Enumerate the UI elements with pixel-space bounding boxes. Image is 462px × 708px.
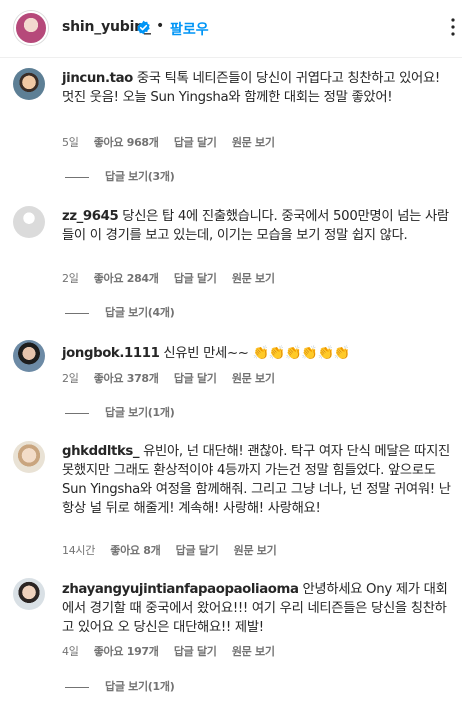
- comment-time[interactable]: 2일: [62, 272, 79, 285]
- commenter-avatar[interactable]: [13, 206, 45, 238]
- translate-button[interactable]: 원문 보기: [232, 136, 275, 149]
- commenter-avatar[interactable]: [13, 578, 45, 610]
- reply-button[interactable]: 답글 달기: [174, 272, 217, 285]
- comment-likes[interactable]: 좋아요 8개: [110, 544, 160, 557]
- translate-button[interactable]: 원문 보기: [232, 372, 275, 385]
- comment-likes[interactable]: 좋아요 284개: [94, 272, 159, 285]
- comment-text-block: zz_9645 당신은 탑 4에 진출했습니다. 중국에서 500만명이 넘는 …: [62, 207, 454, 245]
- translate-button[interactable]: 원문 보기: [232, 645, 275, 658]
- comment-username[interactable]: jincun.tao: [62, 71, 133, 86]
- follow-button[interactable]: 팔로우: [170, 19, 209, 39]
- comment-text-block: ghkddltks_ 유빈아, 넌 대단해! 괜찮아. 탁구 여자 단식 메달은…: [62, 442, 454, 518]
- comment-text-block: jongbok.1111 신유빈 만세~~ 👏👏👏👏👏👏: [62, 344, 454, 363]
- reply-button[interactable]: 답글 달기: [174, 645, 217, 658]
- replies-divider: [65, 686, 89, 688]
- view-replies-button[interactable]: 답글 보기(4개): [65, 304, 175, 320]
- view-replies-label: 답글 보기(1개): [105, 680, 175, 693]
- comment-username[interactable]: ghkddltks_: [62, 444, 140, 459]
- comment-likes[interactable]: 좋아요 197개: [94, 645, 159, 658]
- commenter-avatar[interactable]: [13, 340, 45, 372]
- comment-username[interactable]: zz_9645: [62, 209, 119, 224]
- commenter-avatar[interactable]: [13, 441, 45, 473]
- comment-meta: 5일 좋아요 968개 답글 달기 원문 보기: [62, 134, 287, 150]
- post-header: shin_yubin_ • 팔로우: [0, 0, 462, 58]
- reply-button[interactable]: 답글 달기: [174, 372, 217, 385]
- comment-meta: 2일 좋아요 378개 답글 달기 원문 보기: [62, 370, 287, 386]
- comment-meta: 14시간 좋아요 8개 답글 달기 원문 보기: [62, 542, 288, 558]
- comment-time[interactable]: 2일: [62, 372, 79, 385]
- replies-divider: [65, 412, 89, 414]
- translate-button[interactable]: 원문 보기: [232, 272, 275, 285]
- view-replies-button[interactable]: 답글 보기(3개): [65, 168, 175, 184]
- comment-time[interactable]: 4일: [62, 645, 79, 658]
- commenter-avatar[interactable]: [13, 68, 45, 100]
- view-replies-label: 답글 보기(1개): [105, 406, 175, 419]
- comment-likes[interactable]: 좋아요 378개: [94, 372, 159, 385]
- comment-text-block: zhayangyujintianfapaopaoliaoma 안녕하세요 Ony…: [62, 580, 454, 637]
- replies-divider: [65, 176, 89, 178]
- comment-likes[interactable]: 좋아요 968개: [94, 136, 159, 149]
- comment-meta: 2일 좋아요 284개 답글 달기 원문 보기: [62, 270, 287, 286]
- comment-text: 신유빈 만세~~: [163, 346, 249, 361]
- reply-button[interactable]: 답글 달기: [174, 136, 217, 149]
- view-replies-button[interactable]: 답글 보기(1개): [65, 404, 175, 420]
- clapping-hands-emoji: 👏👏👏👏👏👏: [252, 346, 351, 361]
- reply-button[interactable]: 답글 달기: [176, 544, 219, 557]
- profile-avatar[interactable]: [14, 11, 48, 45]
- comment-username[interactable]: zhayangyujintianfapaopaoliaoma: [62, 582, 299, 597]
- comment-username[interactable]: jongbok.1111: [62, 346, 160, 361]
- view-replies-label: 답글 보기(4개): [105, 306, 175, 319]
- verified-badge-icon: [137, 20, 150, 35]
- more-options-icon[interactable]: [448, 12, 458, 42]
- comment-text-block: jincun.tao 중국 틱톡 네티즌들이 당신이 귀엽다고 칭찬하고 있어요…: [62, 69, 454, 107]
- separator-dot: •: [156, 18, 165, 34]
- comment-text: 당신은 탑 4에 진출했습니다. 중국에서 500만명이 넘는 사람들이 이 경…: [62, 209, 449, 243]
- replies-divider: [65, 312, 89, 314]
- view-replies-button[interactable]: 답글 보기(1개): [65, 678, 175, 694]
- translate-button[interactable]: 원문 보기: [234, 544, 277, 557]
- comment-time[interactable]: 14시간: [62, 544, 95, 557]
- comment-meta: 4일 좋아요 197개 답글 달기 원문 보기: [62, 643, 287, 659]
- comment-time[interactable]: 5일: [62, 136, 79, 149]
- view-replies-label: 답글 보기(3개): [105, 170, 175, 183]
